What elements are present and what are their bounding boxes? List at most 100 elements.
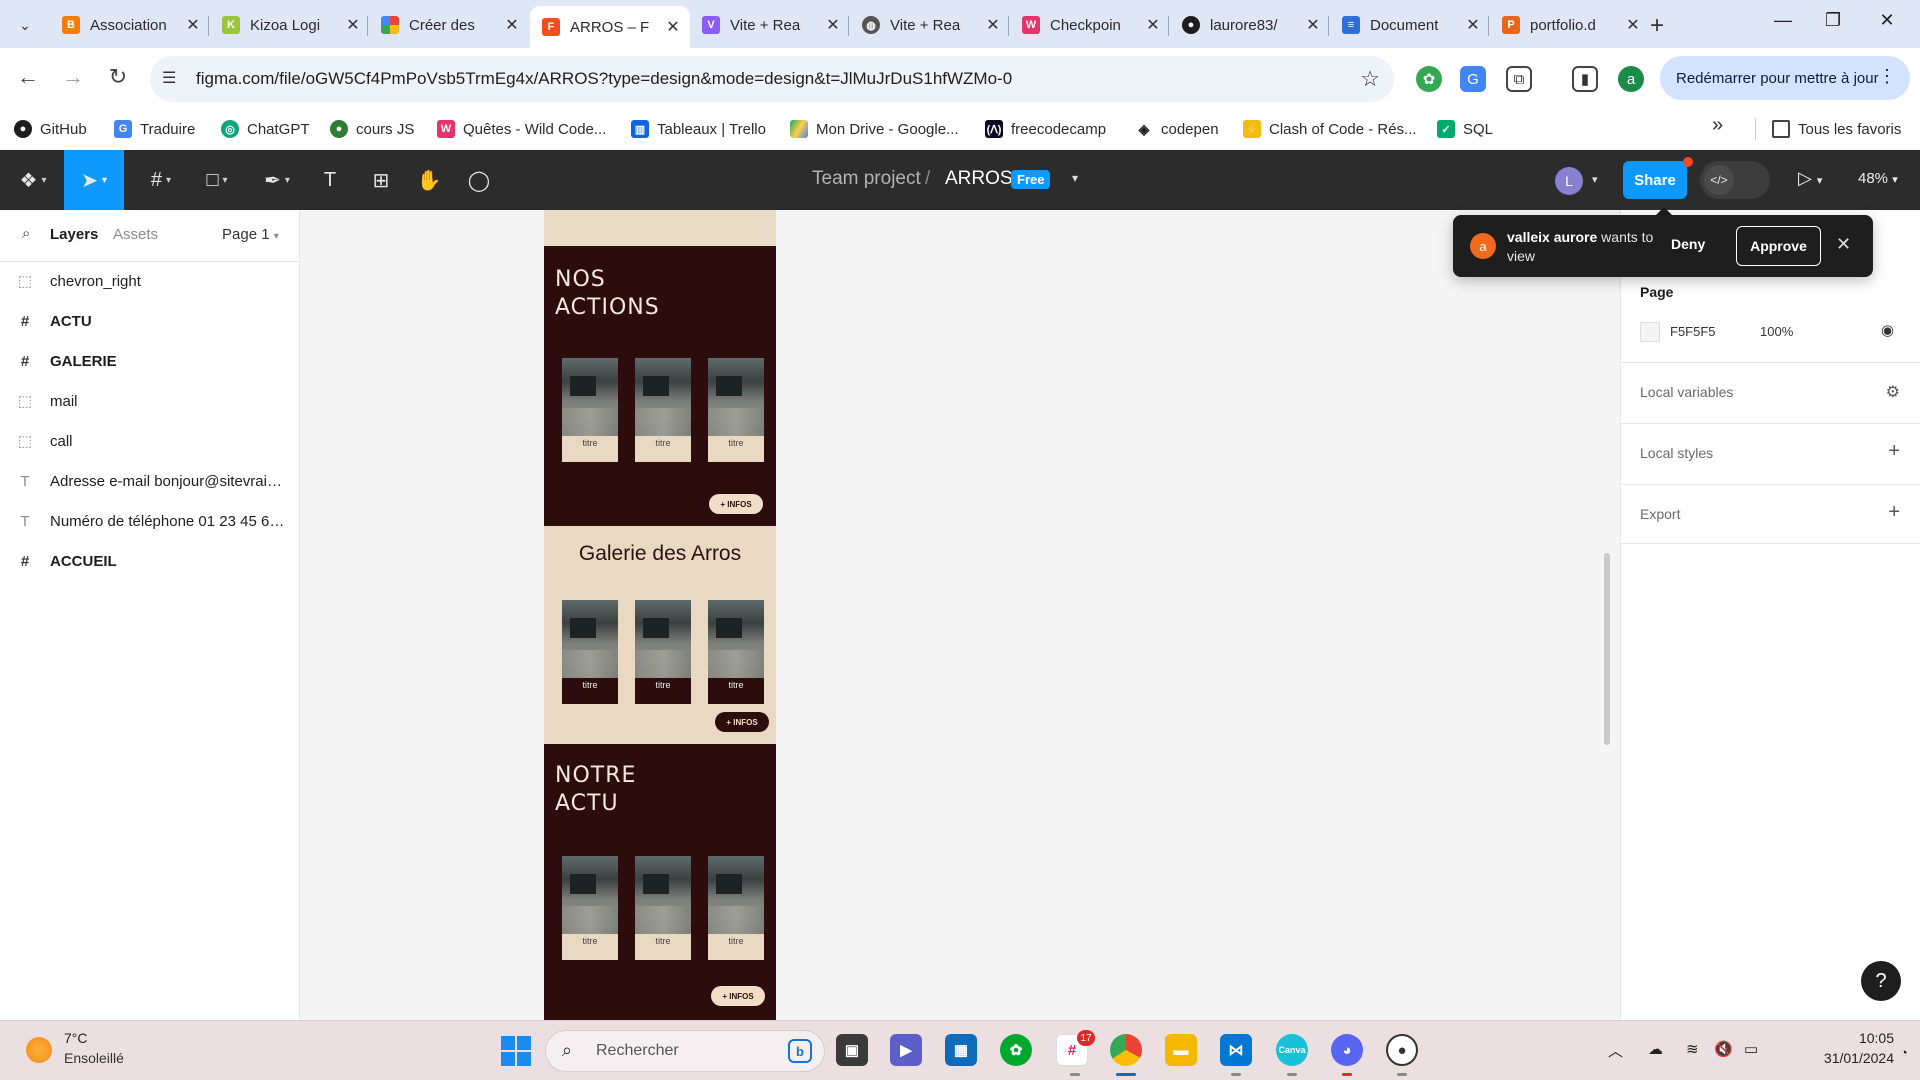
page-selector[interactable]: Page 1 ▾ [222, 226, 279, 243]
page-color-swatch[interactable] [1640, 322, 1660, 342]
url-text[interactable]: figma.com/file/oGW5Cf4PmPoVsb5TrmEg4x/AR… [196, 69, 1012, 89]
bookmark-github[interactable]: ● GitHub [14, 116, 87, 142]
tab-assets[interactable]: Assets [113, 226, 158, 243]
add-plus-icon[interactable]: + [1888, 501, 1900, 524]
tab-layers[interactable]: Layers [50, 226, 98, 243]
variables-settings-icon[interactable]: ⚙ [1886, 382, 1900, 402]
bookmark-sql[interactable]: ✓ SQL [1437, 116, 1493, 142]
share-button[interactable]: Share [1623, 161, 1687, 199]
close-icon[interactable]: ✕ [184, 15, 202, 35]
wifi-icon[interactable]: ≋ [1686, 1040, 1699, 1058]
update-restart-button[interactable]: Redémarrer pour mettre à jour ⋮ [1660, 56, 1910, 100]
clock-time[interactable]: 10:05 [1824, 1030, 1894, 1046]
task-view-icon[interactable]: ▣ [836, 1034, 868, 1066]
chevron-down-icon[interactable]: ▾ [1592, 173, 1598, 186]
close-icon[interactable]: ✕ [984, 15, 1002, 35]
tab-arros-figma[interactable]: F ARROS – F ✕ [530, 6, 690, 48]
local-styles-row[interactable]: Local styles + [1621, 423, 1920, 483]
project-name[interactable]: Team project [812, 168, 921, 190]
onedrive-cloud-icon[interactable]: ☁ [1648, 1040, 1663, 1058]
search-icon[interactable]: ⌕ [22, 225, 30, 242]
code-brackets-icon[interactable]: </> [1704, 165, 1734, 195]
layer-item[interactable]: T Numéro de téléphone 01 23 45 67 ... [0, 502, 300, 540]
window-close-icon[interactable]: ✕ [1867, 10, 1907, 31]
tab-kizoa[interactable]: K Kizoa Logi ✕ [210, 7, 370, 43]
google-translate-icon[interactable]: G [1460, 66, 1486, 92]
close-icon[interactable]: ✕ [1836, 234, 1851, 255]
resources-tool-icon[interactable]: ⊞ [366, 163, 396, 197]
bookmark-all-favorites[interactable]: Tous les favoris [1772, 116, 1901, 142]
more-vert-icon[interactable]: ⋮ [1878, 66, 1896, 87]
frame-tool-icon[interactable]: # ▾ [140, 163, 182, 197]
close-icon[interactable]: ✕ [503, 15, 521, 35]
canvas-scrollbar[interactable] [1604, 553, 1610, 745]
user-avatar[interactable]: L [1555, 167, 1583, 195]
teams-meet-icon[interactable]: ▶ [890, 1034, 922, 1066]
tab-vite-react-2[interactable]: ◍ Vite + Rea ✕ [850, 7, 1010, 43]
windows-start-icon[interactable] [501, 1036, 531, 1066]
evernote-icon[interactable]: ✿ [1000, 1034, 1032, 1066]
bookmark-codepen[interactable]: ◈ codepen [1135, 116, 1219, 142]
bing-icon[interactable]: b [788, 1039, 812, 1063]
add-plus-icon[interactable]: + [1888, 440, 1900, 463]
weather-description[interactable]: Ensoleillé [64, 1050, 124, 1066]
chrome-icon[interactable] [1110, 1034, 1142, 1066]
bookmark-chatgpt[interactable]: ◎ ChatGPT [221, 116, 310, 142]
help-button[interactable]: ? [1861, 961, 1901, 1001]
close-icon[interactable]: ✕ [824, 15, 842, 35]
weather-temperature[interactable]: 7°C [64, 1030, 88, 1046]
extension-evernote-icon[interactable]: ✿ [1416, 66, 1442, 92]
page-color-hex[interactable]: F5F5F5 [1670, 324, 1716, 339]
text-tool-icon[interactable]: T [315, 163, 345, 197]
layer-item[interactable]: ⬚ chevron_right [0, 262, 300, 300]
layer-item[interactable]: # GALERIE [0, 342, 300, 380]
arros-artboard[interactable]: NOS ACTIONS titre titre titre + INFOS Ga… [544, 210, 776, 1020]
new-tab-button[interactable]: + [1650, 12, 1664, 40]
hand-tool-icon[interactable]: ✋ [414, 163, 444, 197]
tab-document[interactable]: ≡ Document ✕ [1330, 7, 1490, 43]
tray-chevron-up-icon[interactable]: ︿ [1608, 1040, 1623, 1061]
chevron-down-icon[interactable]: ▾ [1072, 171, 1078, 185]
figma-menu-icon[interactable]: ❖ ▾ [12, 163, 54, 197]
layer-item[interactable]: T Adresse e-mail bonjour@sitevraim... [0, 462, 300, 500]
reload-icon[interactable]: ↻ [103, 64, 133, 90]
shape-tool-icon[interactable]: □ ▾ [196, 163, 238, 197]
visibility-eye-icon[interactable]: ◉ [1881, 321, 1894, 339]
local-variables-row[interactable]: Local variables ⚙ [1621, 362, 1920, 422]
extensions-puzzle-icon[interactable]: ⧉ [1506, 66, 1532, 92]
tab-checkpoint[interactable]: W Checkpoin ✕ [1010, 7, 1170, 43]
bookmark-quetes-wild[interactable]: W Quêtes - Wild Code... [437, 116, 606, 142]
design-canvas[interactable] [300, 210, 1620, 1020]
file-explorer-icon[interactable]: ▬ [1165, 1034, 1197, 1066]
tab-association[interactable]: B Association ✕ [50, 7, 210, 43]
bookmark-traduire[interactable]: G Traduire [114, 116, 195, 142]
side-panel-icon[interactable]: ▮ [1572, 66, 1598, 92]
zoom-level[interactable]: 48% ▾ [1858, 170, 1898, 187]
comment-tool-icon[interactable]: ◯ [464, 163, 494, 197]
present-play-icon[interactable]: ▷ ▾ [1798, 168, 1822, 189]
deny-button[interactable]: Deny [1671, 236, 1705, 252]
close-icon[interactable]: ✕ [1304, 15, 1322, 35]
tab-search-chevron-icon[interactable]: ⌄ [10, 10, 40, 40]
bookmark-drive[interactable]: Mon Drive - Google... [790, 116, 959, 142]
more-bookmarks-chevron-icon[interactable]: » [1712, 114, 1723, 137]
notifications-bell-icon[interactable]: ◔ [1900, 1045, 1908, 1060]
close-icon[interactable]: ✕ [1624, 15, 1642, 35]
vscode-icon[interactable]: ⋈ [1220, 1034, 1252, 1066]
site-settings-icon[interactable]: ☰ [162, 68, 176, 88]
approve-button[interactable]: Approve [1736, 226, 1821, 266]
move-tool-icon[interactable]: ➤ ▾ [64, 150, 124, 210]
microsoft-store-icon[interactable]: ▦ [945, 1034, 977, 1066]
bookmark-freecodecamp[interactable]: (ᐱ) freecodecamp [985, 116, 1106, 142]
tab-vite-react-1[interactable]: V Vite + Rea ✕ [690, 7, 850, 43]
taskbar-search[interactable]: ⌕ Rechercher b [545, 1030, 825, 1072]
profile-avatar[interactable]: a [1618, 66, 1644, 92]
layer-item[interactable]: ⬚ mail [0, 382, 300, 420]
forward-arrow-icon[interactable]: → [58, 64, 88, 90]
github-desktop-icon[interactable]: ● [1386, 1034, 1418, 1066]
bookmark-clash-of-code[interactable]: ⚡ Clash of Code - Rés... [1243, 116, 1417, 142]
close-icon[interactable]: ✕ [344, 15, 362, 35]
volume-muted-icon[interactable]: 🔇 [1714, 1040, 1733, 1058]
page-color-opacity[interactable]: 100% [1760, 324, 1793, 339]
bookmark-cours-js[interactable]: ● cours JS [330, 116, 414, 142]
